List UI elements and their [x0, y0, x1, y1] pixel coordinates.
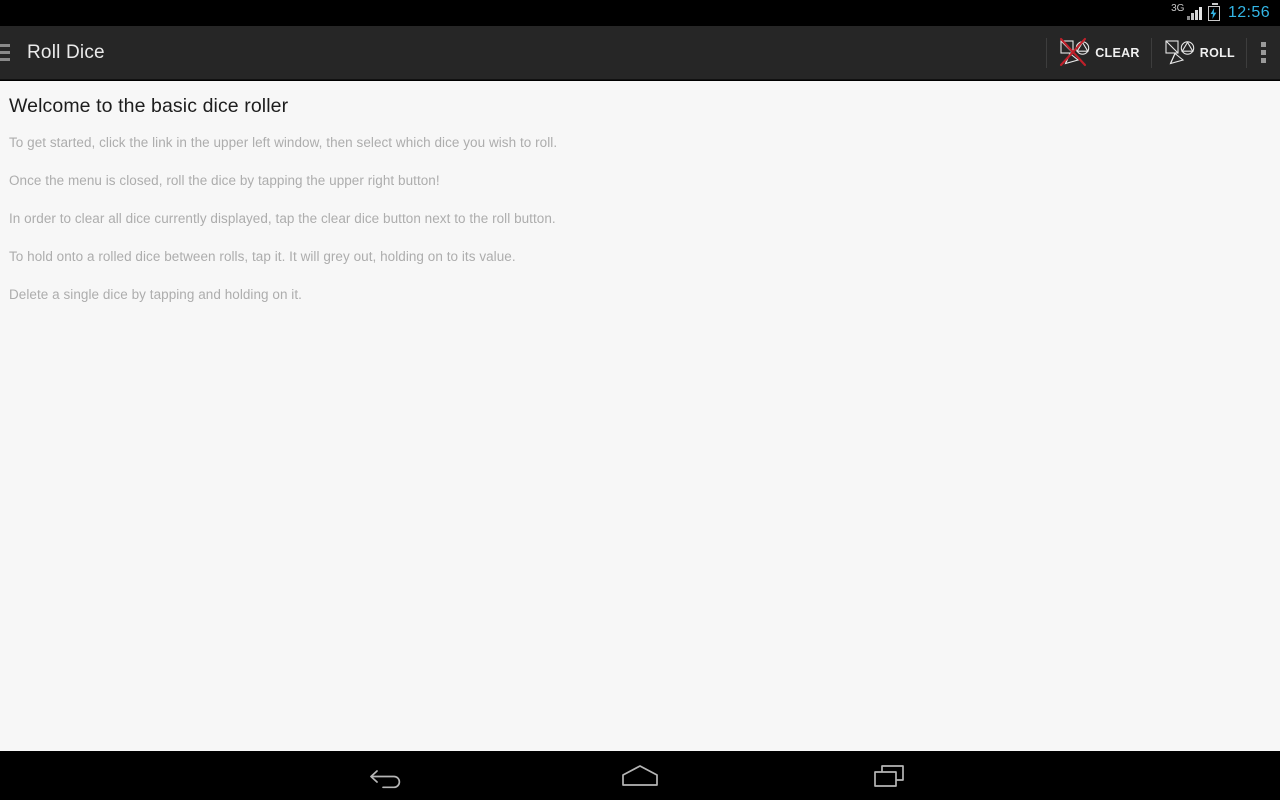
instruction-item: In order to clear all dice currently dis…: [9, 211, 556, 226]
instruction-item: To hold onto a rolled dice between rolls…: [9, 249, 516, 264]
status-bar-right-cluster: 3G 12:56: [1171, 3, 1270, 22]
instruction-item: To get started, click the link in the up…: [9, 135, 558, 150]
welcome-heading: Welcome to the basic dice roller: [9, 95, 289, 117]
clear-dice-label: CLEAR: [1095, 45, 1140, 60]
instruction-item: Delete a single dice by tapping and hold…: [9, 287, 302, 302]
back-icon[interactable]: [360, 755, 420, 797]
network-type-label: 3G: [1171, 3, 1185, 14]
signal-bars-icon: [1187, 6, 1202, 20]
overflow-menu-icon[interactable]: [1247, 26, 1280, 80]
main-content: Welcome to the basic dice roller To get …: [0, 81, 1280, 751]
home-icon[interactable]: [610, 755, 670, 797]
battery-charging-icon: [1207, 3, 1220, 21]
clear-dice-button[interactable]: CLEAR: [1047, 26, 1151, 80]
dice-icon: [1163, 36, 1199, 70]
status-bar: 3G 12:56: [0, 0, 1280, 26]
instructions-list: To get started, click the link in the up…: [0, 118, 1280, 302]
instruction-item: Once the menu is closed, roll the dice b…: [9, 173, 440, 188]
recent-apps-icon[interactable]: [860, 755, 920, 797]
page-title: Roll Dice: [27, 41, 105, 63]
system-navigation-bar: [0, 751, 1280, 800]
action-bar-items: CLEAR ROLL: [1046, 26, 1280, 80]
roll-dice-button[interactable]: ROLL: [1152, 26, 1246, 80]
status-bar-clock: 12:56: [1227, 4, 1270, 21]
roll-dice-label: ROLL: [1199, 45, 1235, 60]
hamburger-menu-icon[interactable]: [0, 26, 10, 80]
dice-cleared-icon: [1058, 36, 1094, 70]
action-bar: Roll Dice CLEAR ROLL: [0, 26, 1280, 80]
